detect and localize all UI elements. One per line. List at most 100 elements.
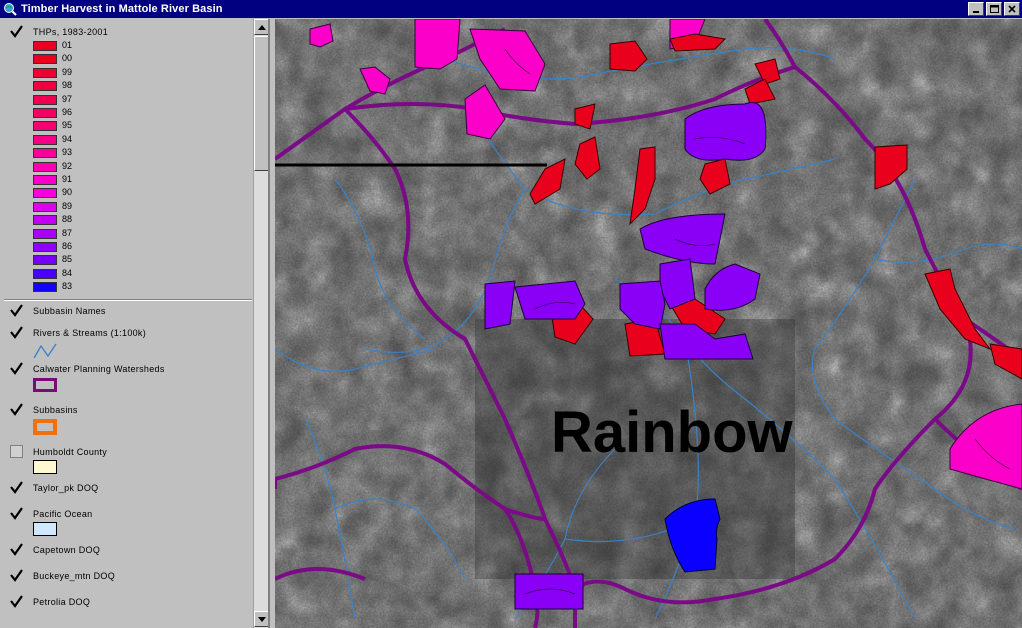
checkbox-checked-icon[interactable] xyxy=(10,595,23,608)
legend-item-85: 85 xyxy=(33,254,193,266)
legend-swatch xyxy=(33,215,57,226)
legend-item-86: 86 xyxy=(33,241,193,253)
layer-label: Taylor_pk DOQ xyxy=(33,483,99,493)
legend-item-00: 00 xyxy=(33,53,193,65)
legend-swatch xyxy=(33,81,57,92)
layer-label: Humboldt County xyxy=(33,447,108,457)
table-of-contents: THPs, 1983-2001 01 00 99 98 97 96 95 94 93 92 91 90… xyxy=(0,19,270,628)
legend-swatch xyxy=(33,54,57,65)
legend-item-91: 91 xyxy=(33,174,193,186)
legend-swatch xyxy=(33,255,57,266)
legend-swatch xyxy=(33,161,57,172)
layer-label: Subbasin Names xyxy=(33,306,106,316)
layer-label: THPs, 1983-2001 xyxy=(33,27,109,37)
globe-magnifier-icon xyxy=(4,3,17,16)
close-button[interactable] xyxy=(1004,2,1020,16)
legend-year: 86 xyxy=(62,241,73,251)
legend-swatch xyxy=(33,282,57,293)
layer-label: Pacific Ocean xyxy=(33,509,93,519)
subbasin-polygon-symbol-icon xyxy=(33,419,57,435)
ocean-polygon-symbol-icon xyxy=(33,522,57,536)
legend-item-92: 92 xyxy=(33,161,193,173)
divider xyxy=(4,299,252,301)
aerial-map-canvas[interactable] xyxy=(275,19,1022,628)
checkbox-checked-icon[interactable] xyxy=(10,507,23,520)
county-polygon-symbol-icon xyxy=(33,460,57,474)
layer-label: Calwater Planning Watersheds xyxy=(33,364,165,374)
close-icon xyxy=(1008,5,1016,13)
layer-label: Subbasins xyxy=(33,405,78,415)
legend-swatch xyxy=(33,41,57,51)
checkbox-checked-icon[interactable] xyxy=(10,481,23,494)
checkbox-checked-icon[interactable] xyxy=(10,326,23,339)
layer-label: Petrolia DOQ xyxy=(33,597,91,607)
legend-item-83: 83 xyxy=(33,281,193,293)
maximize-button[interactable] xyxy=(986,2,1002,16)
legend-year: 96 xyxy=(62,107,73,117)
checkbox-checked-icon[interactable] xyxy=(10,304,23,317)
checkbox-checked-icon[interactable] xyxy=(10,403,23,416)
legend-item-93: 93 xyxy=(33,147,193,159)
river-line-symbol-icon xyxy=(33,343,57,359)
map-view[interactable]: Rainbow xyxy=(275,19,1022,628)
layer-label: Capetown DOQ xyxy=(33,545,101,555)
scroll-down-button[interactable] xyxy=(254,611,268,627)
minimize-icon xyxy=(973,11,979,13)
scroll-thumb[interactable] xyxy=(254,36,268,171)
legend-swatch xyxy=(33,134,57,145)
legend-item-96: 96 xyxy=(33,107,193,119)
arrow-down-icon xyxy=(258,616,266,622)
legend-year: 89 xyxy=(62,200,73,211)
legend-item-98: 98 xyxy=(33,80,193,92)
legend-swatch xyxy=(33,188,57,199)
layer-label: Rivers & Streams (1:100k) xyxy=(33,328,147,338)
scroll-up-button[interactable] xyxy=(254,19,268,35)
legend-swatch xyxy=(33,268,57,279)
legend-year: 92 xyxy=(62,160,73,171)
checkbox-checked-icon[interactable] xyxy=(10,362,23,375)
legend-swatch xyxy=(33,175,57,185)
checkbox-checked-icon[interactable] xyxy=(10,543,23,556)
legend-swatch xyxy=(33,242,57,252)
legend-item-99: 99 xyxy=(33,67,193,79)
legend-year: 88 xyxy=(62,214,73,225)
legend-item-89: 89 xyxy=(33,201,193,213)
legend-swatch xyxy=(33,67,57,78)
arrow-up-icon xyxy=(258,24,266,30)
legend-year: 84 xyxy=(62,267,73,278)
minimize-button[interactable] xyxy=(968,2,984,16)
legend-swatch xyxy=(33,94,57,105)
legend-item-84: 84 xyxy=(33,268,193,280)
window-title: Timber Harvest in Mattole River Basin xyxy=(21,3,223,15)
legend-year: 87 xyxy=(62,227,73,238)
checkbox-checked-icon[interactable] xyxy=(10,569,23,582)
legend-year: 85 xyxy=(62,254,73,265)
legend-swatch xyxy=(33,201,57,212)
legend-item-95: 95 xyxy=(33,120,193,132)
legend-year: 98 xyxy=(62,80,73,91)
subbasin-name-label: Rainbow xyxy=(551,400,793,465)
checkbox-unchecked[interactable] xyxy=(10,445,23,458)
legend-item-87: 87 xyxy=(33,228,193,240)
legend-item-01: 01 xyxy=(33,40,193,52)
window-title-bar[interactable]: Timber Harvest in Mattole River Basin xyxy=(0,0,1022,18)
watershed-polygon-symbol-icon xyxy=(33,378,57,392)
layer-label: Buckeye_mtn DOQ xyxy=(33,571,116,581)
toc-scrollbar[interactable] xyxy=(253,19,268,628)
legend-year: 97 xyxy=(62,93,73,104)
legend-year: 90 xyxy=(62,187,73,198)
legend-year: 93 xyxy=(62,147,73,158)
legend-swatch xyxy=(33,228,57,239)
legend-swatch xyxy=(33,121,57,132)
legend-item-88: 88 xyxy=(33,214,193,226)
legend-item-90: 90 xyxy=(33,187,193,199)
legend-year: 94 xyxy=(62,133,73,144)
legend-item-94: 94 xyxy=(33,134,193,146)
legend-year: 83 xyxy=(62,281,73,292)
legend-year: 99 xyxy=(62,66,73,77)
checkbox-checked-icon[interactable] xyxy=(10,25,23,38)
legend-year: 00 xyxy=(62,53,73,64)
maximize-icon xyxy=(989,5,999,13)
legend-swatch xyxy=(33,108,57,118)
legend-year: 01 xyxy=(62,40,73,50)
